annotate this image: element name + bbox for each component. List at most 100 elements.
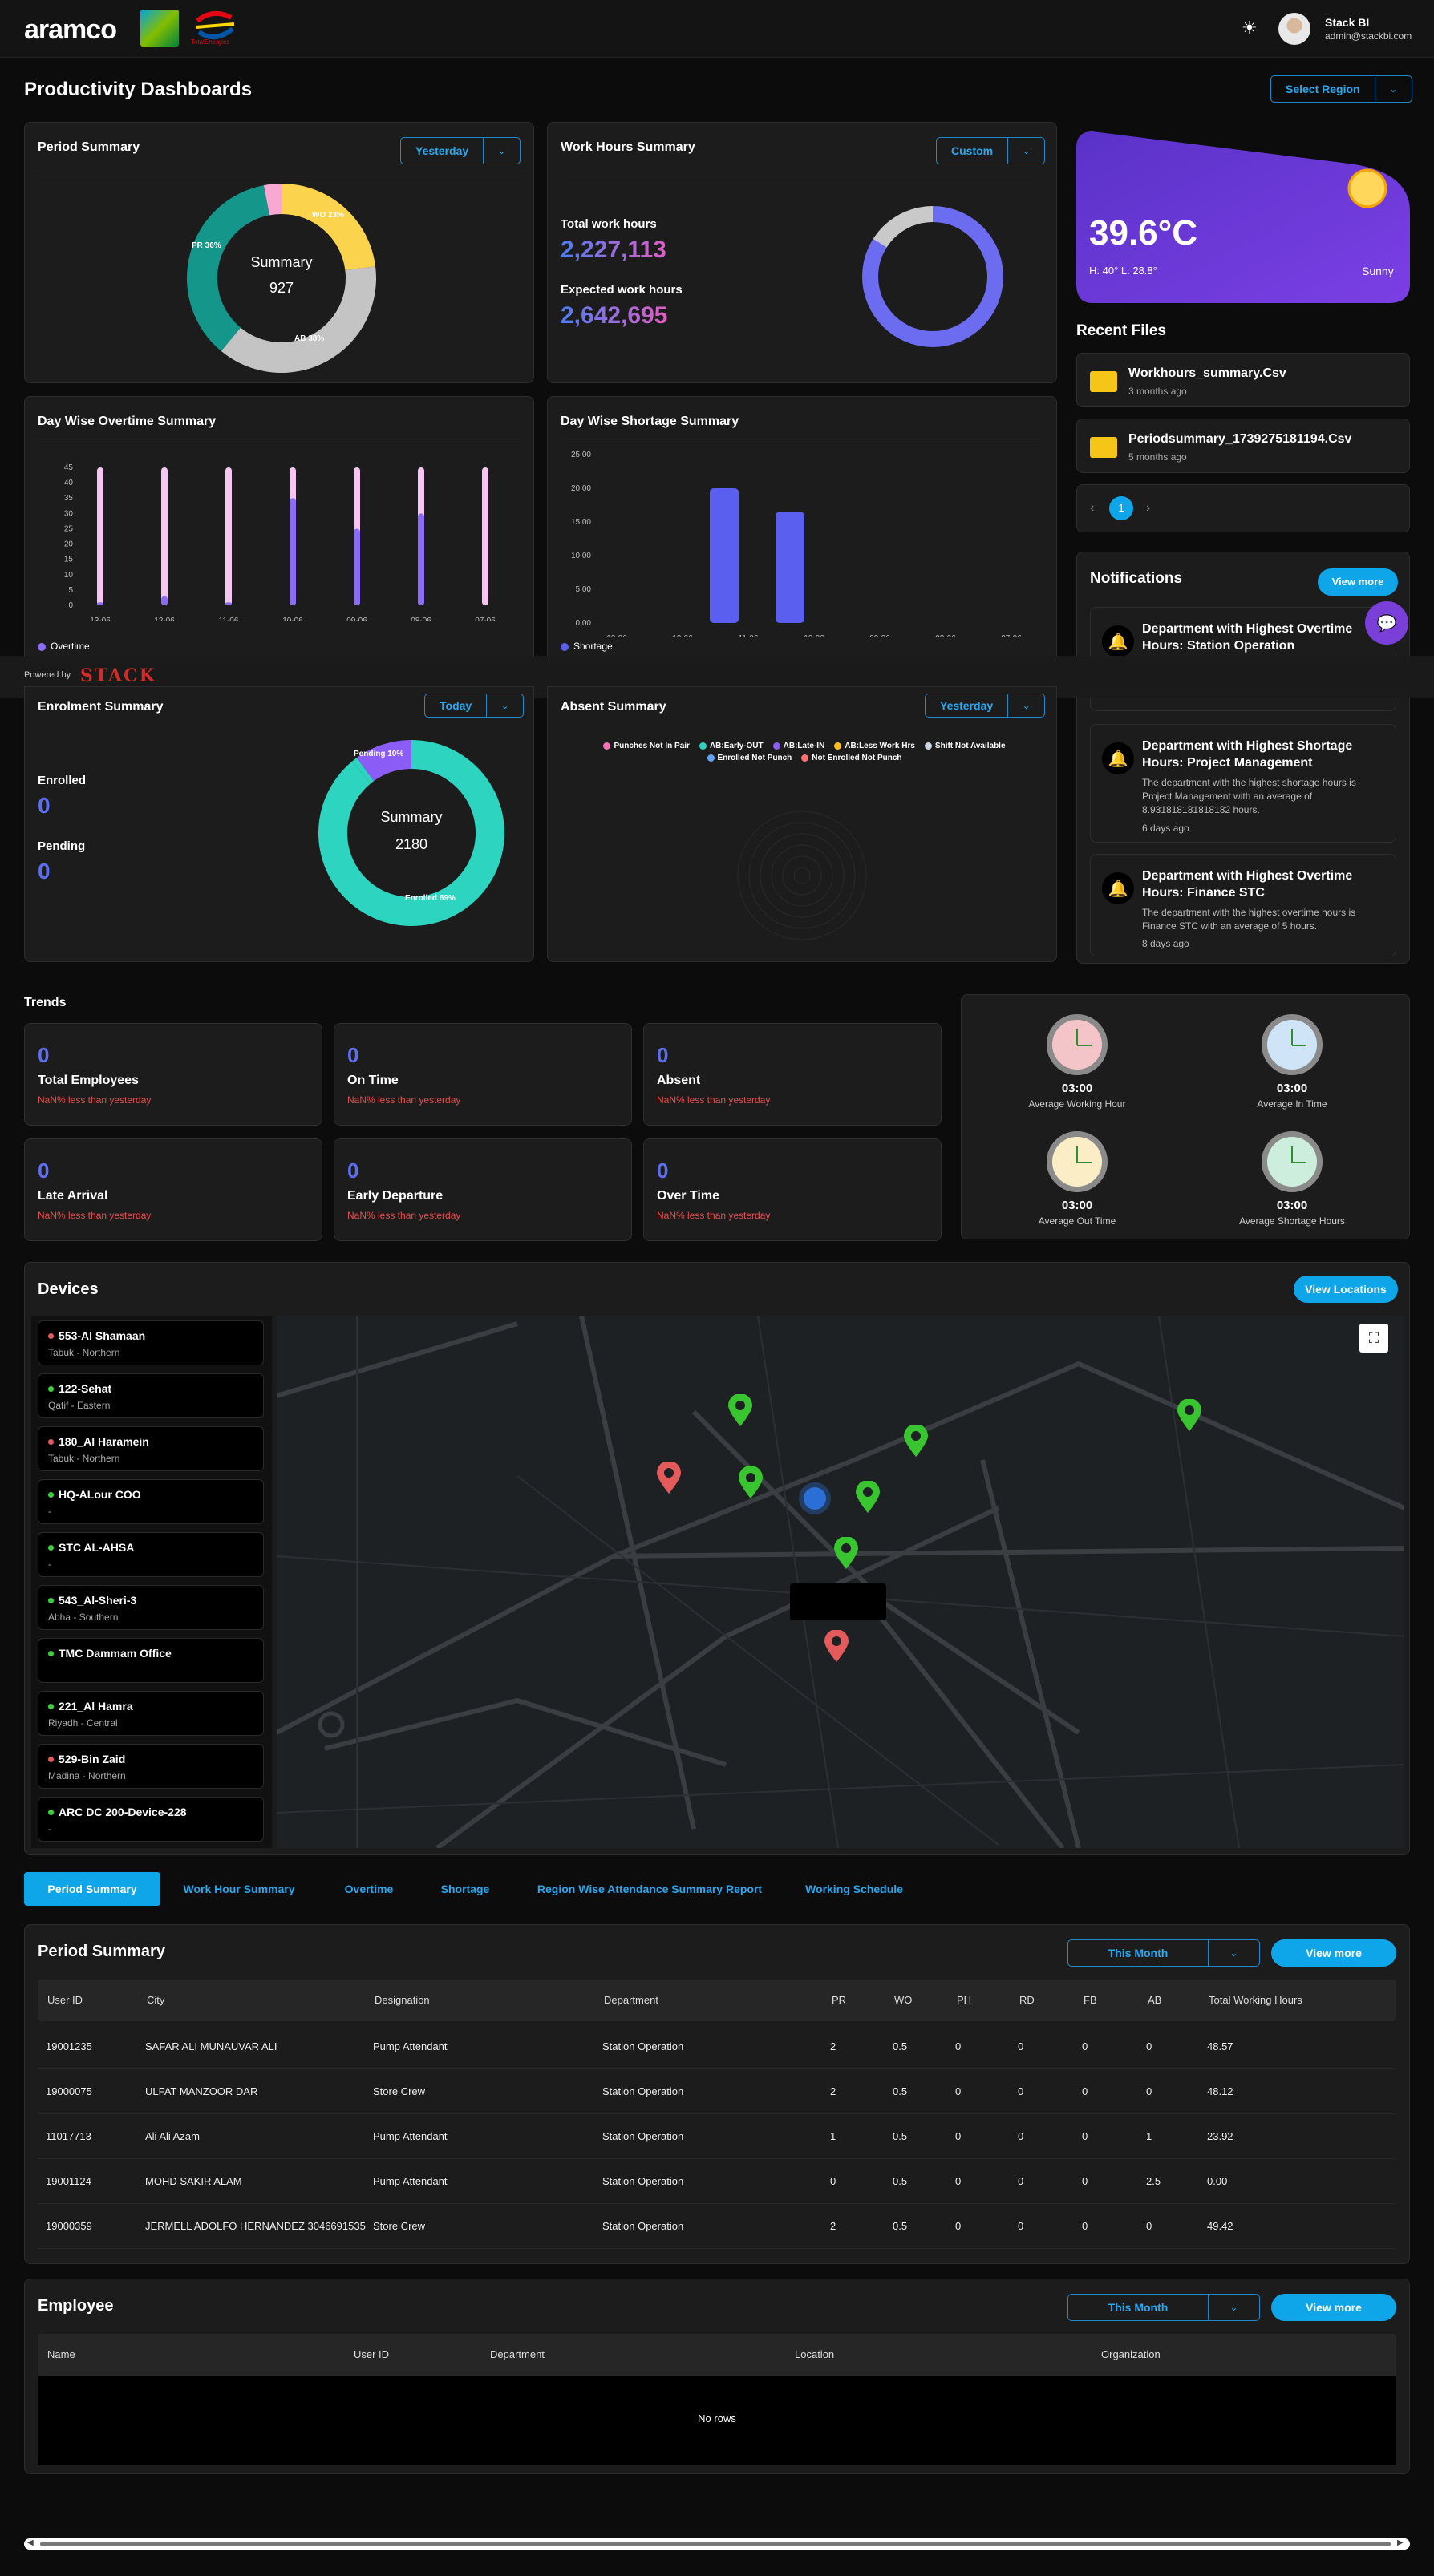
chat-fab-icon[interactable]: 💬 xyxy=(1365,601,1408,645)
column-header[interactable]: Total Working Hours xyxy=(1209,1994,1302,2006)
absent-filter[interactable]: Yesterday ⌄ xyxy=(925,694,1046,718)
tab-period-summary[interactable]: Period Summary xyxy=(24,1872,160,1906)
recent-file-item[interactable]: Periodsummary_1739275181194.Csv 5 months… xyxy=(1076,419,1410,473)
legend-item[interactable]: Not Enrolled Not Punch xyxy=(801,754,902,762)
page-number[interactable]: 1 xyxy=(1109,496,1133,520)
device-item[interactable]: 180_Al Haramein Tabuk - Northern xyxy=(38,1426,264,1471)
file-name[interactable]: Workhours_summary.Csv xyxy=(1128,366,1286,381)
chevron-down-icon[interactable]: ⌄ xyxy=(483,138,520,164)
file-name[interactable]: Periodsummary_1739275181194.Csv xyxy=(1128,432,1351,447)
legend-item[interactable]: AB:Less Work Hrs xyxy=(834,742,915,750)
absent-filter-label[interactable]: Yesterday xyxy=(926,694,1007,717)
status-dot xyxy=(48,1703,54,1709)
recent-file-item[interactable]: Workhours_summary.Csv 3 months ago xyxy=(1076,353,1410,407)
tab-shortage[interactable]: Shortage xyxy=(425,1872,505,1906)
notifications-view-more[interactable]: View more xyxy=(1318,568,1398,596)
theme-toggle-icon[interactable]: ☀ xyxy=(1242,18,1258,38)
column-header[interactable]: City xyxy=(147,1994,164,2006)
legend-item[interactable]: Shift Not Available xyxy=(924,742,1006,750)
table-row[interactable]: 11017713 Ali Ali Azam Pump Attendant Statio… xyxy=(38,2114,1396,2159)
employee-table-filter[interactable]: This Month ⌄ xyxy=(1067,2294,1260,2321)
column-header[interactable]: Location xyxy=(795,2348,834,2360)
column-header[interactable]: Designation xyxy=(375,1994,430,2006)
region-select-label[interactable]: Select Region xyxy=(1271,76,1375,102)
column-header[interactable]: AB xyxy=(1148,1994,1161,2006)
map-pin-red[interactable] xyxy=(824,1629,849,1662)
scroll-right-icon[interactable]: ▶ xyxy=(1397,2538,1404,2547)
trend-card: 0 On Time NaN% less than yesterday xyxy=(334,1023,632,1126)
region-select[interactable]: Select Region ⌄ xyxy=(1270,75,1412,103)
chevron-down-icon[interactable]: ⌄ xyxy=(1007,694,1044,717)
employee-table-filter-label[interactable]: This Month xyxy=(1068,2295,1208,2320)
device-item[interactable]: HQ-ALour COO - xyxy=(38,1479,264,1524)
employee-table-view-more[interactable]: View more xyxy=(1271,2294,1396,2321)
device-item[interactable]: 553-Al Shamaan Tabuk - Northern xyxy=(38,1320,264,1365)
map-pin-green[interactable] xyxy=(739,1466,763,1498)
column-header[interactable]: Name xyxy=(47,2348,75,2360)
work-hours-filter[interactable]: Custom ⌄ xyxy=(936,137,1046,164)
table-row[interactable]: 19000075 ULFAT MANZOOR DAR Store Crew Stati… xyxy=(38,2069,1396,2114)
chevron-down-icon[interactable]: ⌄ xyxy=(486,694,523,717)
table-row[interactable]: 19000359 JERMELL ADOLFO HERNANDEZ 3046691… xyxy=(38,2204,1396,2249)
map-pin-green[interactable] xyxy=(856,1480,880,1513)
device-item[interactable]: 529-Bin Zaid Madina - Northern xyxy=(38,1744,264,1789)
chevron-down-icon[interactable]: ⌄ xyxy=(1374,76,1412,102)
chevron-down-icon[interactable]: ⌄ xyxy=(1208,2295,1259,2320)
enrolment-filter-label[interactable]: Today xyxy=(425,694,486,717)
legend-item[interactable]: AB:Early-OUT xyxy=(699,742,764,750)
column-header[interactable]: PR xyxy=(832,1994,846,2006)
column-header[interactable]: User ID xyxy=(354,2348,389,2360)
column-header[interactable]: User ID xyxy=(47,1994,83,2006)
column-header[interactable]: Department xyxy=(490,2348,545,2360)
period-filter[interactable]: Yesterday ⌄ xyxy=(400,137,521,164)
scrollbar-thumb[interactable] xyxy=(40,2542,1391,2546)
tab-work-hour-summary[interactable]: Work Hour Summary xyxy=(173,1872,305,1906)
map-pin-green[interactable] xyxy=(1177,1398,1201,1431)
scroll-left-icon[interactable]: ◀ xyxy=(27,2538,34,2547)
device-item[interactable]: 221_Al Hamra Riyadh - Central xyxy=(38,1691,264,1736)
legend-item[interactable]: AB:Late-IN xyxy=(772,742,824,750)
device-item[interactable]: TMC Dammam Office xyxy=(38,1638,264,1683)
map-pin-green[interactable] xyxy=(834,1536,858,1569)
trend-card: 0 Late Arrival NaN% less than yesterday xyxy=(24,1138,322,1241)
notification-item[interactable]: 🔔 Department with Highest Overtime Hours… xyxy=(1090,854,1396,956)
prev-page-icon[interactable]: ‹ xyxy=(1090,501,1094,516)
horizontal-scrollbar[interactable]: ◀ ▶ xyxy=(24,2538,1410,2550)
chevron-down-icon[interactable]: ⌄ xyxy=(1208,1940,1259,1966)
enrolment-filter[interactable]: Today ⌄ xyxy=(424,694,525,718)
map-pin-green[interactable] xyxy=(904,1424,928,1457)
legend-item[interactable]: Enrolled Not Punch xyxy=(707,754,792,762)
notification-item[interactable]: 🔔 Department with Highest Shortage Hours… xyxy=(1090,724,1396,843)
tab-working-schedule[interactable]: Working Schedule xyxy=(794,1872,914,1906)
next-page-icon[interactable]: › xyxy=(1146,501,1150,516)
view-locations-button[interactable]: View Locations xyxy=(1294,1276,1398,1303)
devices-map[interactable]: ⛶ xyxy=(277,1316,1404,1848)
column-header[interactable]: FB xyxy=(1084,1994,1097,2006)
period-table-filter-label[interactable]: This Month xyxy=(1068,1940,1208,1966)
period-table-view-more[interactable]: View more xyxy=(1271,1939,1396,1967)
fullscreen-icon[interactable]: ⛶ xyxy=(1359,1324,1388,1353)
map-pin-red[interactable] xyxy=(657,1461,681,1494)
column-header[interactable]: PH xyxy=(957,1994,971,2006)
work-hours-filter-label[interactable]: Custom xyxy=(937,138,1007,164)
table-row[interactable]: 19001124 MOHD SAKIR ALAM Pump Attendant Sta… xyxy=(38,2159,1396,2204)
device-list[interactable]: 553-Al Shamaan Tabuk - Northern 122-Sehat… xyxy=(31,1316,272,1848)
avatar[interactable] xyxy=(1278,13,1310,45)
device-item[interactable]: 543_Al-Sheri-3 Abha - Southern xyxy=(38,1585,264,1630)
column-header[interactable]: Organization xyxy=(1101,2348,1161,2360)
chevron-down-icon[interactable]: ⌄ xyxy=(1007,138,1044,164)
period-filter-label[interactable]: Yesterday xyxy=(401,138,483,164)
map-pin-green[interactable] xyxy=(728,1393,752,1426)
table-row[interactable]: 19001235 SAFAR ALI MUNAUVAR ALI Pump Atten… xyxy=(38,2024,1396,2069)
tab-region-attendance[interactable]: Region Wise Attendance Summary Report xyxy=(529,1872,770,1906)
device-item[interactable]: STC AL-AHSA - xyxy=(38,1532,264,1577)
column-header[interactable]: RD xyxy=(1019,1994,1035,2006)
legend-item[interactable]: Punches Not In Pair xyxy=(603,742,690,750)
column-header[interactable]: Department xyxy=(604,1994,658,2006)
tab-overtime[interactable]: Overtime xyxy=(329,1872,409,1906)
device-item[interactable]: 122-Sehat Qatif - Eastern xyxy=(38,1373,264,1418)
map-cluster[interactable] xyxy=(804,1487,826,1510)
column-header[interactable]: WO xyxy=(894,1994,912,2006)
device-item[interactable]: ARC DC 200-Device-228- xyxy=(38,1797,264,1842)
period-table-filter[interactable]: This Month ⌄ xyxy=(1067,1939,1260,1967)
